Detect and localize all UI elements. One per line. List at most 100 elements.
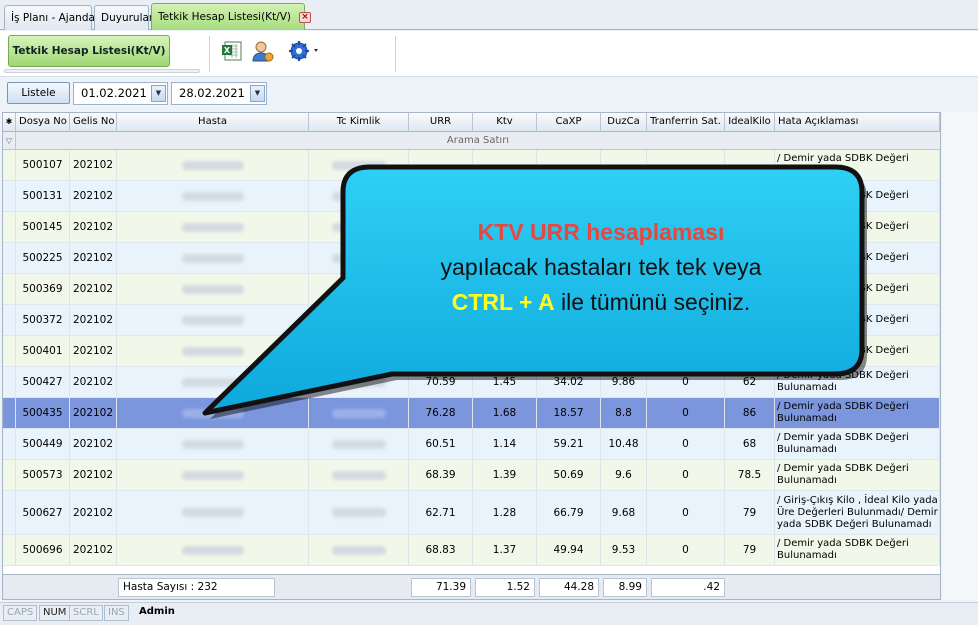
row-indicator xyxy=(3,305,16,335)
chevron-down-icon[interactable]: ▼ xyxy=(250,85,265,102)
row-indicator xyxy=(3,367,16,397)
date-from-field[interactable]: 01.02.2021 ▼ xyxy=(73,82,168,105)
col-ktv[interactable]: Ktv xyxy=(473,113,537,132)
table-row[interactable]: 500372 202102 / Demir yada SDBK Değeri xyxy=(3,305,940,336)
redacted-value xyxy=(181,253,244,263)
row-indicator xyxy=(3,274,16,304)
ribbon-group-bar xyxy=(4,69,200,73)
num-indicator: NUM xyxy=(39,605,71,621)
col-tranferrin-sat[interactable]: Tranferrin Sat. xyxy=(647,113,725,132)
listele-button[interactable]: Listele xyxy=(7,82,70,104)
chevron-down-icon[interactable]: ▼ xyxy=(151,85,166,102)
cell-caxp xyxy=(537,212,601,242)
cell-gelis-no: 202102 xyxy=(70,429,117,459)
cell-ktv xyxy=(473,305,537,335)
select-all-indicator-icon[interactable]: ✱ xyxy=(3,113,16,132)
table-row[interactable]: 500225 202102 / Demir yada SDBK Değeri xyxy=(3,243,940,274)
cell-ideal-kilo xyxy=(725,274,775,304)
cell-tc-kimlik xyxy=(309,150,409,180)
table-row[interactable]: 500627 202102 62.71 1.28 66.79 9.68 0 79/ Giriş… xyxy=(3,491,940,535)
cell-gelis-no: 202102 xyxy=(70,274,117,304)
cell-duzca xyxy=(601,274,647,304)
cell-tranferrin: 0 xyxy=(647,429,725,459)
cell-tc-kimlik xyxy=(309,212,409,242)
cell-tc-kimlik xyxy=(309,274,409,304)
search-row[interactable]: ▽ Arama Satırı xyxy=(3,132,940,150)
cell-caxp xyxy=(537,243,601,273)
excel-export-icon[interactable]: X xyxy=(220,39,244,63)
col-hata-aciklamasi[interactable]: Hata Açıklaması xyxy=(775,113,940,132)
table-row[interactable]: 500573 202102 68.39 1.39 50.69 9.6 0 78.5/ Demi… xyxy=(3,460,940,491)
col-urr[interactable]: URR xyxy=(409,113,473,132)
col-duzca[interactable]: DuzCa xyxy=(601,113,647,132)
settings-gear-dropdown-icon[interactable] xyxy=(287,39,321,63)
tetkik-hesap-listesi-button[interactable]: Tetkik Hesap Listesi(Kt/V) xyxy=(8,35,170,67)
cell-ktv xyxy=(473,181,537,211)
table-row[interactable]: 500435 202102 76.28 1.68 18.57 8.8 0 86/ Demir … xyxy=(3,398,940,429)
table-row[interactable]: 500427 202102 70.59 1.45 34.02 9.86 0 62/ Demir… xyxy=(3,367,940,398)
row-indicator xyxy=(3,535,16,565)
cell-ideal-kilo: 79 xyxy=(725,491,775,534)
col-caxp[interactable]: CaXP xyxy=(537,113,601,132)
redacted-value xyxy=(331,253,386,263)
redacted-value xyxy=(181,191,244,201)
col-gelis-no[interactable]: Gelis No xyxy=(70,113,117,132)
user-icon[interactable] xyxy=(250,39,274,63)
row-indicator xyxy=(3,150,16,180)
cell-tc-kimlik xyxy=(309,398,409,428)
ins-indicator: INS xyxy=(104,605,129,621)
table-row[interactable]: 500145 202102 / Demir yada SDBK Değeri xyxy=(3,212,940,243)
cell-hata-aciklamasi: / Demir yada SDBK Değeri xyxy=(775,243,940,273)
tab-tetkik-hesap-listesi[interactable]: Tetkik Hesap Listesi(Kt/V) × xyxy=(151,3,312,30)
col-hasta[interactable]: Hasta xyxy=(117,113,309,132)
cell-urr: 68.39 xyxy=(409,460,473,490)
cell-tranferrin xyxy=(647,243,725,273)
cell-duzca xyxy=(601,212,647,242)
col-dosya-no[interactable]: Dosya No xyxy=(16,113,70,132)
redacted-value xyxy=(181,408,244,418)
date-to-field[interactable]: 28.02.2021 ▼ xyxy=(171,82,267,105)
cell-hata-aciklamasi: / Demir yada SDBK Değeri Bulunamadı xyxy=(775,367,940,397)
redacted-value xyxy=(331,315,386,325)
cell-hata-aciklamasi: / Demir yada SDBK Değeri Bulunamadı xyxy=(775,429,940,459)
cell-urr xyxy=(409,305,473,335)
table-row[interactable]: 500401 202102 / Demir yada SDBK Değeri xyxy=(3,336,940,367)
table-row[interactable]: 500107 202102 / Demir yada SDBK Değeri Bul… xyxy=(3,150,940,181)
table-row[interactable]: 500449 202102 60.51 1.14 59.21 10.48 0 68/ Demi… xyxy=(3,429,940,460)
cell-ktv: 1.14 xyxy=(473,429,537,459)
cell-tranferrin xyxy=(647,181,725,211)
total-caxp: 44.28 xyxy=(539,578,599,597)
cell-duzca: 10.48 xyxy=(601,429,647,459)
redacted-value xyxy=(181,160,244,170)
cell-duzca xyxy=(601,336,647,366)
redacted-value xyxy=(331,222,386,232)
cell-hasta xyxy=(117,274,309,304)
cell-hata-aciklamasi: / Demir yada SDBK Değeri xyxy=(775,274,940,304)
grid-footer: Hasta Sayısı : 232 71.39 1.52 44.28 8.99… xyxy=(3,574,940,599)
cell-ideal-kilo: 78.5 xyxy=(725,460,775,490)
row-indicator xyxy=(3,212,16,242)
col-ideal-kilo[interactable]: IdealKilo xyxy=(725,113,775,132)
row-indicator xyxy=(3,336,16,366)
tab-is-plani-ajanda[interactable]: İş Planı - Ajanda xyxy=(4,5,95,30)
row-indicator xyxy=(3,429,16,459)
table-row[interactable]: 500369 202102 / Demir yada SDBK Değeri xyxy=(3,274,940,305)
cell-urr xyxy=(409,181,473,211)
cell-hata-aciklamasi: / Demir yada SDBK Değeri xyxy=(775,336,940,366)
cell-hasta xyxy=(117,305,309,335)
cell-gelis-no: 202102 xyxy=(70,491,117,534)
redacted-value xyxy=(181,315,244,325)
cell-duzca: 8.8 xyxy=(601,398,647,428)
tab-duyurular[interactable]: Duyurular xyxy=(94,5,153,30)
cell-ideal-kilo: 79 xyxy=(725,535,775,565)
toolbar-separator xyxy=(395,36,396,72)
close-tab-icon[interactable]: × xyxy=(299,11,312,23)
col-tc-kimlik[interactable]: Tc Kimlik xyxy=(309,113,409,132)
cell-gelis-no: 202102 xyxy=(70,305,117,335)
toolbar-separator xyxy=(209,36,210,72)
table-row[interactable]: 500696 202102 68.83 1.37 49.94 9.53 0 79/ Demir… xyxy=(3,535,940,566)
filter-bar: Listele 01.02.2021 ▼ 28.02.2021 ▼ xyxy=(0,77,978,110)
table-row[interactable]: 500131 202102 / Demir yada SDBK Değeri xyxy=(3,181,940,212)
cell-tc-kimlik xyxy=(309,367,409,397)
cell-gelis-no: 202102 xyxy=(70,181,117,211)
